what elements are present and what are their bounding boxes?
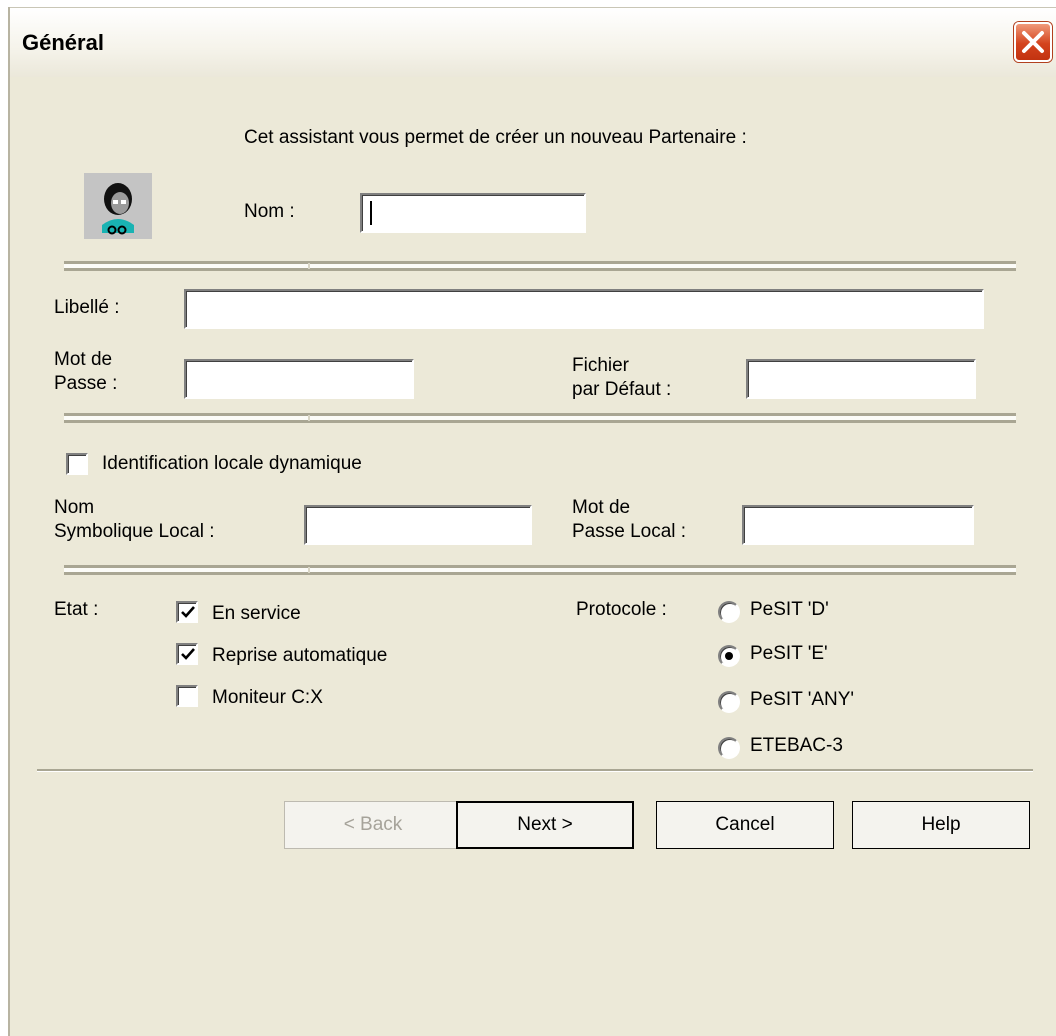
- pesit-any-label: PeSIT 'ANY': [750, 689, 855, 710]
- back-button[interactable]: < Back: [284, 801, 462, 849]
- etat-label: Etat :: [54, 599, 99, 620]
- etebac-3-label: ETEBAC-3: [750, 735, 843, 756]
- mot-de-passe-local-input[interactable]: [742, 505, 974, 545]
- window-title: Général: [22, 30, 104, 55]
- text-caret: [370, 201, 372, 225]
- separator-2: [64, 413, 1016, 423]
- fichier-defaut-input[interactable]: [746, 359, 976, 399]
- nom-symbolique-label-2: Symbolique Local :: [54, 521, 215, 542]
- mot-de-passe-local-label-2: Passe Local :: [572, 521, 687, 542]
- etebac-3-radio[interactable]: [718, 737, 740, 759]
- libelle-input[interactable]: [184, 289, 984, 329]
- cancel-button[interactable]: Cancel: [656, 801, 834, 849]
- pesit-d-radio[interactable]: [718, 601, 740, 623]
- moniteur-label: Moniteur C:X: [212, 687, 323, 708]
- mot-de-passe-label-2: Passe :: [54, 373, 118, 394]
- libelle-label: Libellé :: [54, 297, 120, 318]
- fichier-label-2: par Défaut :: [572, 379, 672, 400]
- nom-label: Nom :: [244, 201, 295, 222]
- protocole-label: Protocole :: [576, 599, 667, 620]
- intro-text: Cet assistant vous permet de créer un no…: [244, 127, 747, 148]
- reprise-automatique-checkbox[interactable]: [176, 643, 198, 665]
- en-service-checkbox[interactable]: [176, 601, 198, 623]
- nom-symbolique-label-1: Nom: [54, 497, 95, 518]
- pesit-e-label: PeSIT 'E': [750, 643, 828, 664]
- button-divider: [37, 769, 1033, 772]
- user-avatar-icon: [84, 173, 152, 239]
- nom-input[interactable]: [360, 193, 586, 233]
- reprise-automatique-label: Reprise automatique: [212, 645, 388, 666]
- wizard-dialog: Général Cet assistant vous permet de cré…: [8, 7, 1056, 1036]
- mot-de-passe-input[interactable]: [184, 359, 414, 399]
- moniteur-checkbox[interactable]: [176, 685, 198, 707]
- en-service-label: En service: [212, 603, 301, 624]
- pesit-e-radio[interactable]: [718, 645, 740, 667]
- identification-label: Identification locale dynamique: [102, 453, 362, 474]
- separator-3: [64, 565, 1016, 575]
- close-button[interactable]: [1014, 22, 1052, 62]
- identification-checkbox[interactable]: [66, 453, 88, 475]
- pesit-any-radio[interactable]: [718, 691, 740, 713]
- mot-de-passe-local-label-1: Mot de: [572, 497, 631, 518]
- nom-symbolique-local-input[interactable]: [304, 505, 532, 545]
- fichier-label-1: Fichier: [572, 355, 630, 376]
- next-button[interactable]: Next >: [456, 801, 634, 849]
- help-button[interactable]: Help: [852, 801, 1030, 849]
- mot-de-passe-label-1: Mot de: [54, 349, 113, 370]
- separator-1: [64, 261, 1016, 271]
- pesit-d-label: PeSIT 'D': [750, 599, 829, 620]
- title-bar: Général: [10, 7, 1056, 77]
- checkmark-icon: [181, 606, 195, 618]
- close-icon: [1022, 31, 1044, 53]
- checkmark-icon: [181, 648, 195, 660]
